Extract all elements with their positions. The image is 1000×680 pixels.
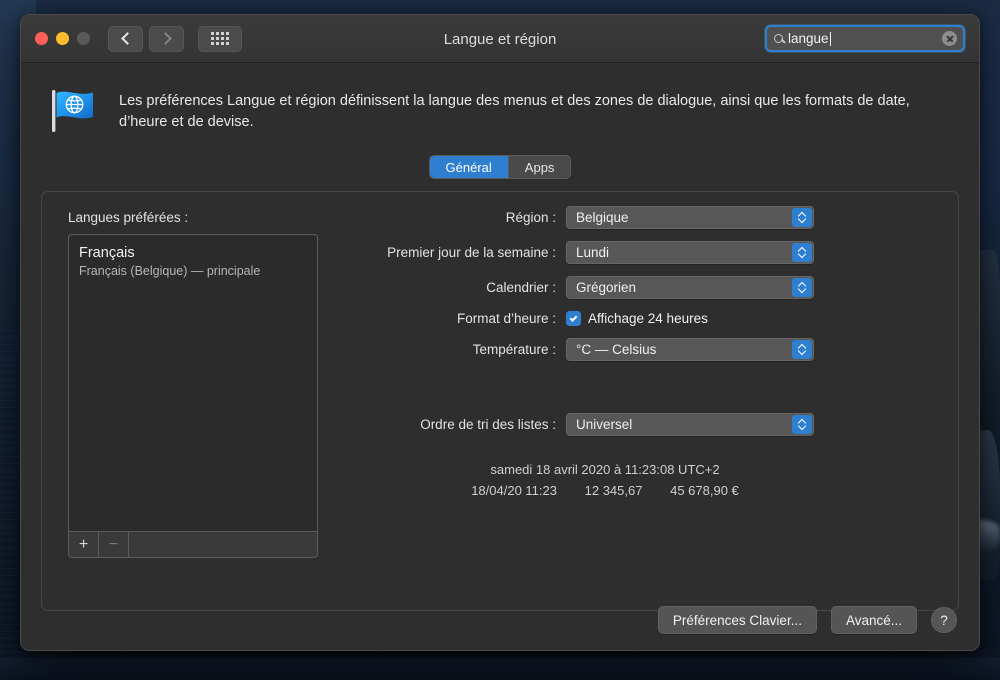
traffic-lights: [35, 32, 90, 45]
language-detail: Français (Belgique) — principale: [79, 264, 261, 279]
24-hour-checkbox-row[interactable]: Affichage 24 heures: [566, 311, 708, 326]
keyboard-preferences-button[interactable]: Préférences Clavier...: [657, 606, 817, 634]
tabs-row: Général Apps: [21, 155, 979, 179]
chevron-updown-icon: [792, 243, 812, 262]
window-title-text: Langue et région: [443, 30, 557, 48]
forward-button[interactable]: [149, 25, 184, 52]
preferred-languages-section: Langues préférées : Français Français (B…: [68, 210, 320, 558]
list-item[interactable]: Français Français (Belgique) — principal…: [79, 244, 307, 278]
24-hour-checkbox[interactable]: [566, 311, 581, 326]
chevron-updown-icon: [792, 415, 812, 434]
temperature-row: Température : °C — Celsius: [340, 338, 942, 361]
wallpaper-bottom-band: [0, 658, 1000, 680]
24-hour-checkbox-label: Affichage 24 heures: [588, 311, 708, 326]
chevron-right-icon: [158, 32, 172, 45]
temperature-value: °C — Celsius: [576, 342, 657, 357]
calendar-value: Grégorien: [576, 280, 637, 295]
advanced-button[interactable]: Avancé...: [830, 606, 917, 634]
region-value: Belgique: [576, 210, 629, 225]
show-all-button[interactable]: [198, 25, 242, 52]
flag-globe-icon: [49, 87, 101, 135]
search-container: langue: [765, 25, 965, 52]
show-all-grid-icon: [211, 32, 229, 45]
tab-general[interactable]: Général: [429, 156, 508, 178]
window-body: Les préférences Langue et région définis…: [21, 63, 979, 650]
desktop-wallpaper: Langue et région langue Les préférences …: [0, 0, 1000, 680]
close-button[interactable]: [35, 32, 48, 45]
settings-panel: Langues préférées : Français Français (B…: [41, 191, 959, 611]
region-select[interactable]: Belgique: [566, 206, 814, 229]
navigation-buttons: [108, 25, 184, 52]
search-value: langue: [788, 31, 829, 46]
first-day-row: Premier jour de la semaine : Lundi: [340, 241, 942, 264]
temperature-label: Température :: [472, 342, 556, 357]
chevron-updown-icon: [792, 278, 812, 297]
language-name: Français: [79, 245, 135, 261]
sort-order-row: Ordre de tri des listes : Universel: [340, 413, 942, 436]
chevron-updown-icon: [792, 340, 812, 359]
format-preview: samedi 18 avril 2020 à 11:23:08 UTC+2 18…: [340, 460, 840, 502]
system-preferences-window: Langue et région langue Les préférences …: [20, 14, 980, 651]
first-day-select[interactable]: Lundi: [566, 241, 814, 264]
zoom-button[interactable]: [77, 32, 90, 45]
add-language-button[interactable]: +: [69, 532, 99, 557]
clear-icon[interactable]: [942, 31, 957, 46]
regional-settings-form: Région : Belgique Premier jour de la sem…: [340, 206, 942, 502]
format-preview-short-date: 18/04/20 11:23: [471, 482, 557, 498]
tab-apps[interactable]: Apps: [507, 156, 571, 178]
search-icon: [774, 34, 783, 43]
list-footer-filler: [129, 532, 317, 557]
back-button[interactable]: [108, 25, 143, 52]
sort-order-label: Ordre de tri des listes :: [420, 417, 556, 432]
search-input[interactable]: langue: [765, 25, 965, 52]
tab-bar: Général Apps: [428, 155, 572, 179]
text-caret: [829, 31, 831, 46]
first-day-label: Premier jour de la semaine :: [387, 245, 556, 260]
window-footer: Préférences Clavier... Avancé... ?: [657, 606, 957, 634]
sort-order-select[interactable]: Universel: [566, 413, 814, 436]
minimize-button[interactable]: [56, 32, 69, 45]
format-preview-values: 18/04/20 11:23 12 345,67 45 678,90 €: [370, 481, 840, 502]
check-icon: [569, 313, 578, 322]
calendar-label: Calendrier :: [486, 280, 556, 295]
calendar-select[interactable]: Grégorien: [566, 276, 814, 299]
temperature-select[interactable]: °C — Celsius: [566, 338, 814, 361]
window-toolbar: Langue et région langue: [21, 15, 979, 63]
sort-order-value: Universel: [576, 417, 633, 432]
preference-banner: Les préférences Langue et région définis…: [21, 63, 979, 135]
calendar-row: Calendrier : Grégorien: [340, 276, 942, 299]
region-label: Région :: [505, 210, 556, 225]
chevron-updown-icon: [792, 208, 812, 227]
format-preview-long-date: samedi 18 avril 2020 à 11:23:08 UTC+2: [490, 462, 720, 477]
language-list-footer: + −: [68, 532, 318, 558]
time-format-label: Format d’heure :: [456, 311, 556, 326]
chevron-left-icon: [120, 32, 134, 45]
first-day-value: Lundi: [576, 245, 610, 260]
region-row: Région : Belgique: [340, 206, 942, 229]
remove-language-button: −: [99, 532, 129, 557]
preferred-languages-label: Langues préférées :: [68, 210, 189, 225]
language-list[interactable]: Français Français (Belgique) — principal…: [68, 234, 318, 532]
time-format-row: Format d’heure : Affichage 24 heures: [340, 311, 942, 326]
preference-description: Les préférences Langue et région définis…: [119, 93, 910, 131]
format-preview-currency: 45 678,90 €: [670, 482, 739, 498]
help-button[interactable]: ?: [931, 607, 957, 633]
format-preview-number: 12 345,67: [584, 482, 643, 498]
